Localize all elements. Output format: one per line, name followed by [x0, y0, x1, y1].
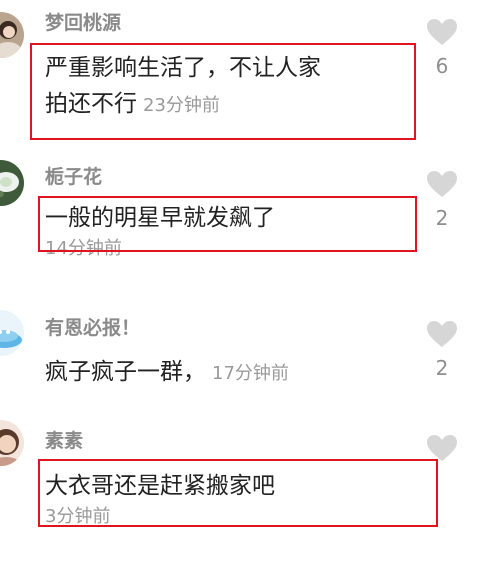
avatar[interactable] — [0, 420, 24, 466]
highlight-box — [30, 43, 416, 140]
like-button[interactable]: 2 — [424, 170, 460, 230]
comment-time: 17分钟前 — [212, 363, 289, 384]
username[interactable]: 梦回桃源 — [45, 12, 121, 34]
like-button[interactable]: 6 — [424, 18, 460, 78]
highlight-box — [38, 459, 438, 527]
comment-text-line: 疯子疯子一群， — [45, 359, 206, 385]
avatar[interactable] — [0, 160, 24, 206]
heart-icon — [427, 435, 457, 461]
avatar[interactable] — [0, 310, 24, 356]
like-button[interactable]: 2 — [424, 320, 460, 380]
heart-icon — [427, 19, 457, 45]
username[interactable]: 栀子花 — [45, 166, 102, 188]
like-count: 6 — [435, 54, 449, 78]
comment-text: 疯子疯子一群， 17分钟前 — [45, 354, 289, 392]
username[interactable]: 有恩必报！ — [45, 317, 140, 339]
highlight-box — [38, 196, 417, 252]
comment-item: 有恩必报！ 疯子疯子一群， 17分钟前 2 — [0, 300, 479, 410]
like-count: 2 — [435, 356, 449, 380]
comment-list: 梦回桃源 严重影响生活了，不让人家 拍还不行 23分钟前 6 栀子花 一般的明星早… — [0, 0, 479, 563]
username[interactable]: 素素 — [45, 430, 83, 452]
heart-icon — [427, 171, 457, 197]
like-count: 2 — [435, 206, 449, 230]
heart-icon — [427, 321, 457, 347]
avatar[interactable] — [0, 12, 24, 58]
